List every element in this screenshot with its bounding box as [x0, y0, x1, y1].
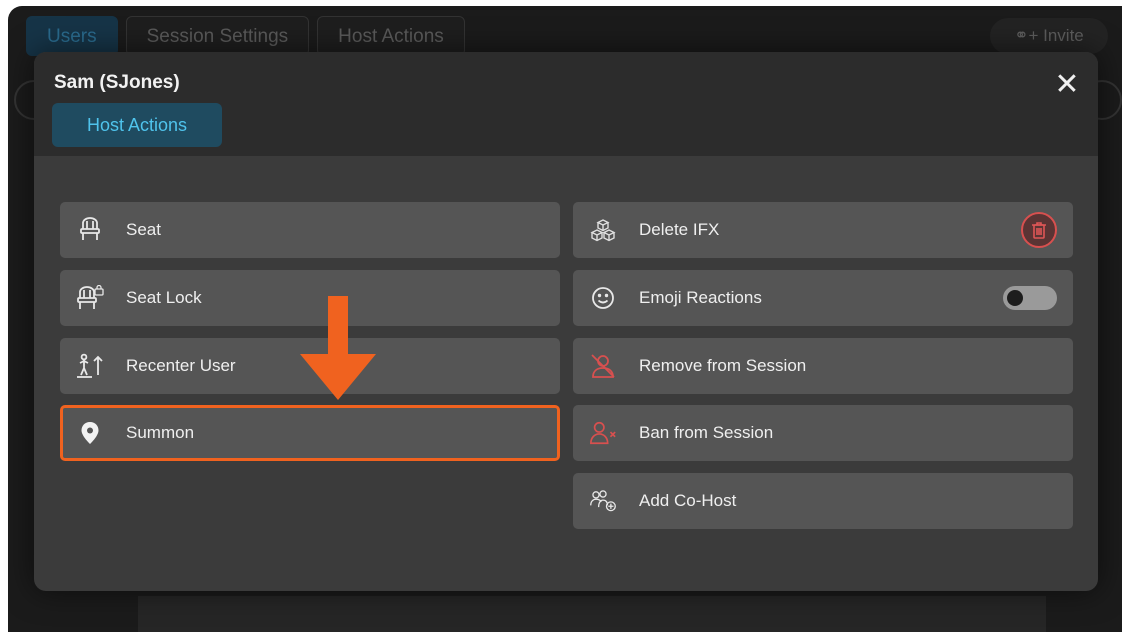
user-actions-modal: Sam (SJones) ✕ Host Actions Seat Seat Lo…: [34, 52, 1098, 591]
tab-session-settings[interactable]: Session Settings: [125, 16, 310, 56]
cubes-icon: [589, 216, 617, 244]
tab-users[interactable]: Users: [26, 16, 118, 56]
user-removed-icon: [589, 352, 617, 380]
seat-button[interactable]: Seat: [60, 202, 560, 258]
emoji-reactions-toggle[interactable]: [1003, 286, 1057, 310]
summon-label: Summon: [126, 423, 195, 442]
trash-icon[interactable]: [1021, 212, 1057, 248]
user-ban-icon: [589, 419, 617, 447]
tab-host-actions-modal[interactable]: Host Actions: [52, 103, 222, 147]
seat-label: Seat: [126, 220, 161, 239]
emoji-reactions-button[interactable]: Emoji Reactions: [573, 270, 1073, 326]
add-co-host-label: Add Co-Host: [639, 491, 737, 510]
recenter-user-icon: [76, 352, 104, 380]
smiley-icon: [589, 284, 617, 312]
delete-ifx-button[interactable]: Delete IFX: [573, 202, 1073, 258]
modal-title: Sam (SJones): [54, 72, 180, 93]
background-list-area: [138, 596, 1046, 632]
close-icon[interactable]: ✕: [1052, 70, 1082, 100]
delete-ifx-label: Delete IFX: [639, 220, 720, 239]
modal-header: Sam (SJones) ✕ Host Actions: [34, 52, 1098, 156]
ban-from-session-label: Ban from Session: [639, 423, 774, 442]
tab-host-actions[interactable]: Host Actions: [317, 16, 465, 56]
chair-lock-icon: [76, 284, 104, 312]
location-pin-icon: [76, 419, 104, 447]
add-cohost-icon: [589, 487, 617, 515]
seat-lock-label: Seat Lock: [126, 288, 202, 307]
add-co-host-button[interactable]: Add Co-Host: [573, 473, 1073, 529]
toggle-knob: [1007, 290, 1023, 306]
chair-icon: [76, 216, 104, 244]
remove-from-session-button[interactable]: Remove from Session: [573, 338, 1073, 394]
summon-button[interactable]: Summon: [60, 405, 560, 461]
ban-from-session-button[interactable]: Ban from Session: [573, 405, 1073, 461]
recenter-user-label: Recenter User: [126, 356, 236, 375]
invite-button[interactable]: ⚭+ Invite: [990, 18, 1108, 54]
down-arrow-icon: [300, 296, 376, 400]
invite-label: Invite: [1043, 26, 1084, 45]
background-tab-bar: Users Session Settings Host Actions: [26, 16, 465, 56]
emoji-reactions-label: Emoji Reactions: [639, 288, 762, 307]
remove-from-session-label: Remove from Session: [639, 356, 807, 375]
add-user-icon: ⚭+: [1014, 26, 1044, 45]
